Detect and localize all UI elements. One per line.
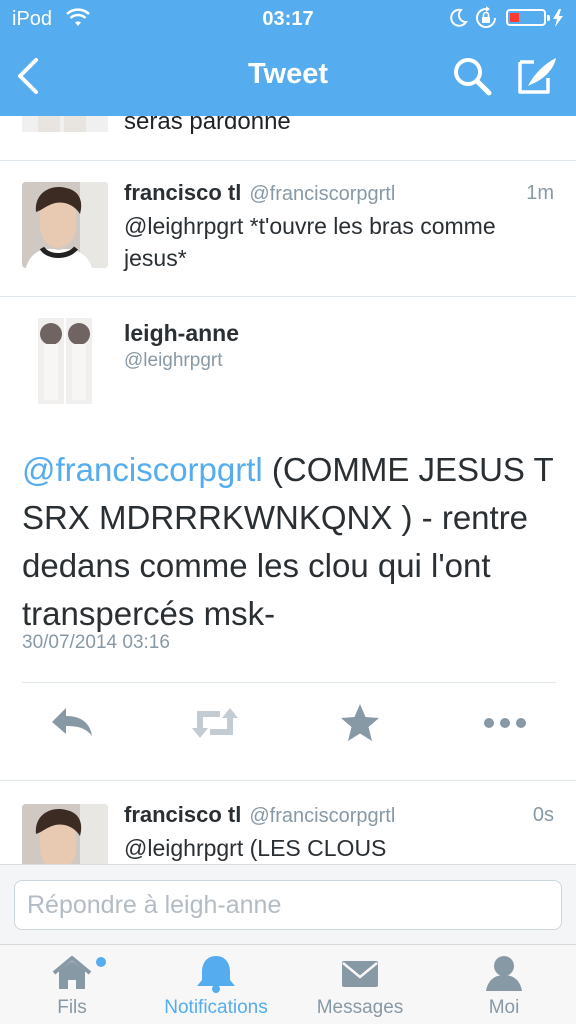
tweet-date: 30/07/2014 03:16 <box>22 632 170 653</box>
status-bar: iPod 03:17 <box>0 0 576 40</box>
battery-icon <box>506 9 550 26</box>
avatar[interactable] <box>22 318 108 404</box>
author-name[interactable]: francisco tl <box>124 802 241 827</box>
tab-me[interactable]: Moi <box>432 945 576 1025</box>
more-options-icon[interactable] <box>480 700 530 746</box>
tab-label: Notifications <box>164 997 268 1018</box>
divider <box>22 682 556 683</box>
previous-tweet[interactable]: seras pardonne <box>0 116 576 161</box>
tweet-actions <box>0 700 576 750</box>
favorite-star-icon[interactable] <box>335 700 385 746</box>
next-reply-tweet[interactable]: francisco tl @franciscorpgrtl 0s @leighrp… <box>0 782 576 864</box>
navigation-bar: Tweet <box>0 40 576 116</box>
reply-composer <box>0 864 576 945</box>
author-handle[interactable]: @leighrpgrt <box>124 350 223 372</box>
tweet-timestamp: 1m <box>526 182 554 204</box>
compose-tweet-icon[interactable] <box>514 54 560 98</box>
envelope-icon <box>288 953 432 993</box>
reply-input[interactable] <box>14 880 562 930</box>
rotation-lock-icon <box>474 6 498 35</box>
tweet-timestamp: 0s <box>532 804 554 826</box>
tab-bar: Fils Notifications Messages Moi <box>0 944 576 1024</box>
tweet-text: seras pardonne <box>124 116 291 135</box>
tweet-text: @franciscorpgrtl (COMME JESUS T SRX MDRR… <box>22 446 562 638</box>
moon-icon <box>448 8 468 33</box>
reply-tweet[interactable]: francisco tl @franciscorpgrtl 1m @leighrp… <box>0 160 576 297</box>
tab-home[interactable]: Fils <box>0 945 144 1025</box>
avatar[interactable] <box>22 804 108 864</box>
search-icon[interactable] <box>450 54 494 98</box>
tab-notifications[interactable]: Notifications <box>144 945 288 1025</box>
avatar[interactable] <box>22 182 108 268</box>
new-content-badge <box>96 957 106 967</box>
author-name[interactable]: leigh-anne <box>124 320 239 347</box>
app-header: iPod 03:17 Tweet <box>0 0 576 116</box>
tab-label: Fils <box>57 997 87 1018</box>
home-icon <box>0 953 144 993</box>
author-handle[interactable]: @franciscorpgrtl <box>249 805 395 827</box>
reply-icon[interactable] <box>48 700 98 746</box>
tweet-text: @leighrpgrt (LES CLOUS <box>124 835 387 861</box>
charging-bolt-icon <box>552 9 564 32</box>
tab-label: Moi <box>488 997 520 1018</box>
tweet-text: @leighrpgrt *t'ouvre les bras comme jesu… <box>124 213 496 271</box>
divider <box>0 780 576 781</box>
tab-label: Messages <box>316 997 404 1018</box>
author-name[interactable]: francisco tl <box>124 180 241 205</box>
tweet-header: francisco tl @franciscorpgrtl <box>124 802 395 828</box>
author-handle[interactable]: @franciscorpgrtl <box>249 183 395 205</box>
person-icon <box>432 953 576 993</box>
tweet-header: francisco tl @franciscorpgrtl <box>124 180 395 206</box>
avatar[interactable] <box>22 116 108 132</box>
mention-link[interactable]: @franciscorpgrtl <box>22 451 263 488</box>
bell-icon <box>144 953 288 993</box>
tweet-detail: seras pardonne francisco tl @franciscorpg… <box>0 116 576 864</box>
retweet-icon[interactable] <box>190 700 240 746</box>
tab-messages[interactable]: Messages <box>288 945 432 1025</box>
